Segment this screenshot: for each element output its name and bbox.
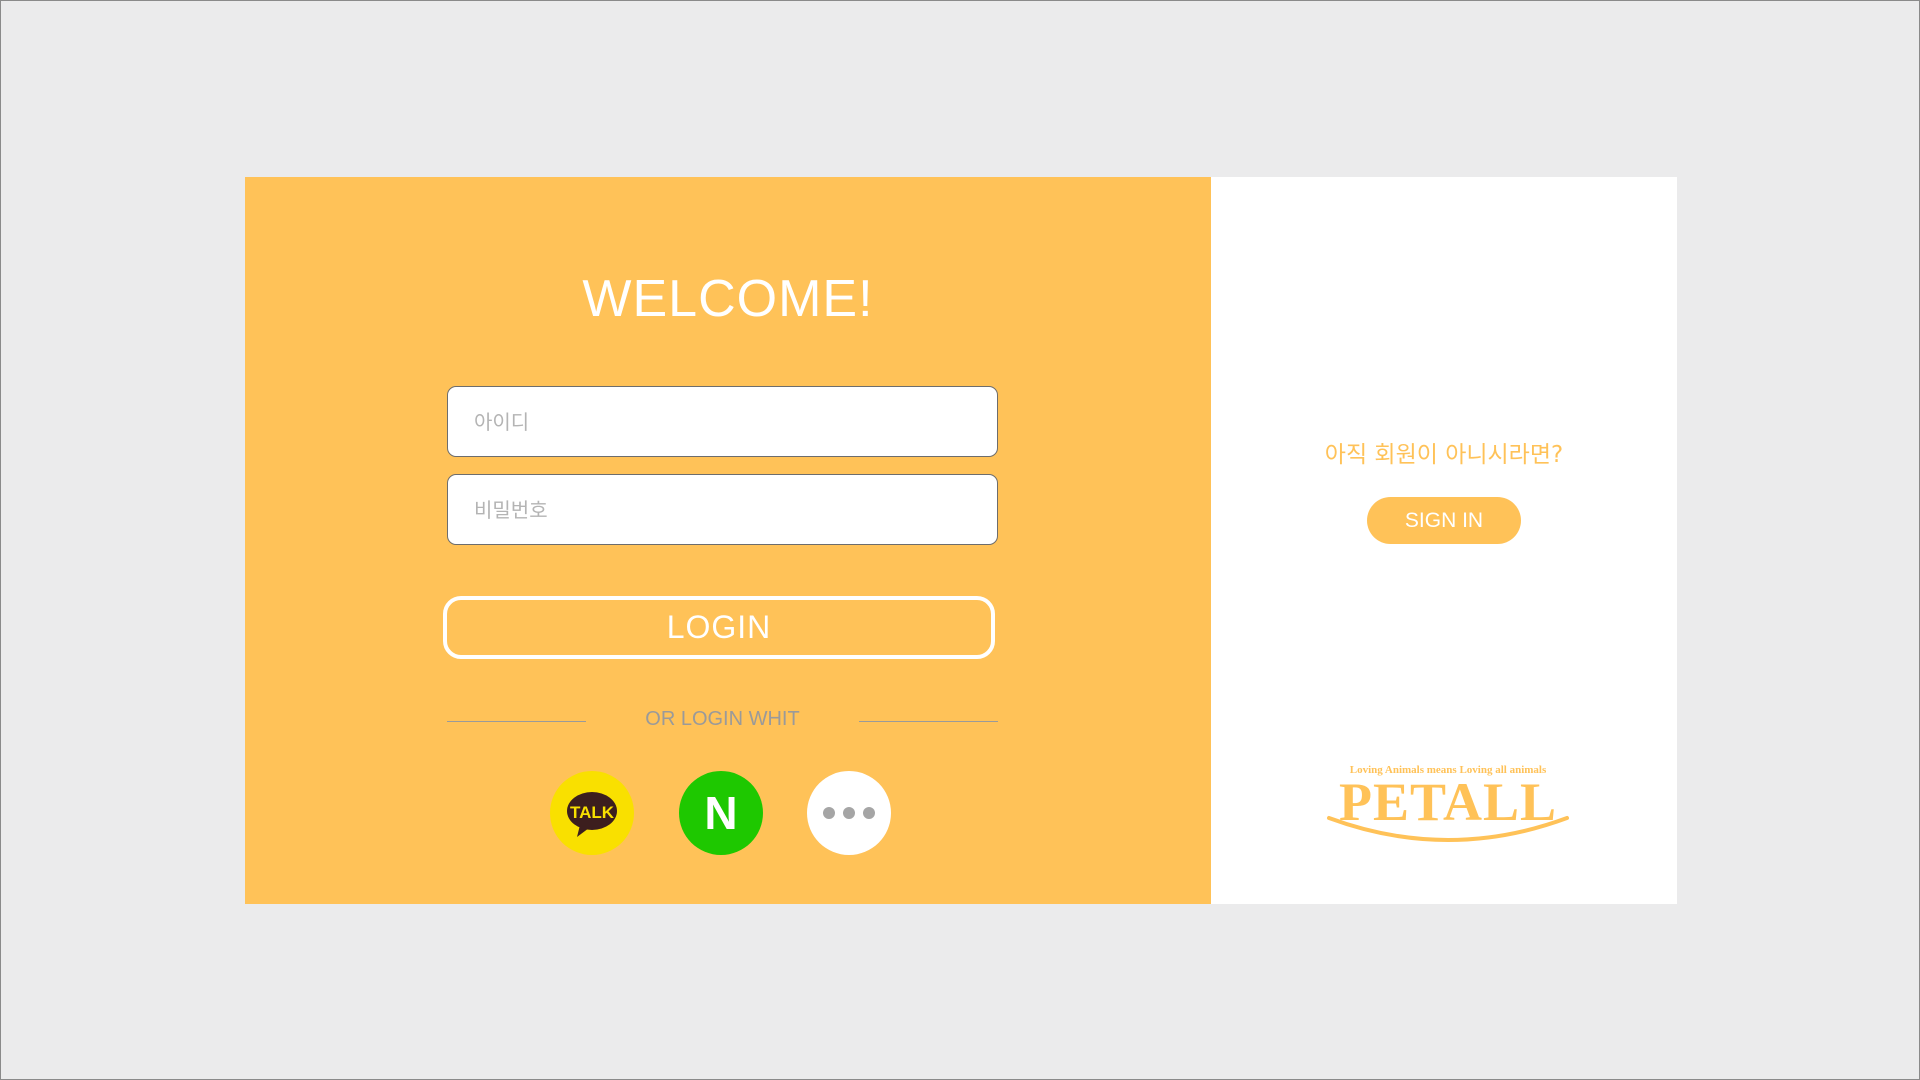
more-login-options-button[interactable]: [807, 771, 891, 855]
signup-question: 아직 회원이 아니시라면?: [1324, 442, 1564, 468]
signup-panel: 아직 회원이 아니시라면? SIGN IN Loving Animals mea…: [1211, 177, 1677, 904]
petall-logo: Loving Animals means Loving all animals …: [1327, 764, 1569, 842]
password-input[interactable]: [447, 474, 998, 545]
naver-n-icon: N: [704, 787, 737, 839]
divider-left: [447, 721, 586, 722]
kakao-talk-label: TALK: [570, 803, 615, 822]
login-panel: WELCOME! LOGIN OR LOGIN WHIT TALK N: [245, 177, 1211, 904]
sign-in-button[interactable]: SIGN IN: [1367, 497, 1521, 544]
or-login-text: OR LOGIN WHIT: [645, 708, 800, 730]
login-button[interactable]: LOGIN: [443, 596, 995, 659]
kakao-login-button[interactable]: TALK: [550, 771, 634, 855]
naver-n-label: N: [704, 787, 737, 839]
login-card: WELCOME! LOGIN OR LOGIN WHIT TALK N: [245, 177, 1677, 904]
more-dots-icon: [823, 807, 875, 819]
kakao-talk-icon: TALK: [567, 792, 617, 837]
naver-login-button[interactable]: N: [679, 771, 763, 855]
logo-name: PETALL: [1339, 772, 1557, 832]
id-input[interactable]: [447, 386, 998, 457]
divider-right: [859, 721, 998, 722]
welcome-title: WELCOME!: [582, 270, 874, 328]
